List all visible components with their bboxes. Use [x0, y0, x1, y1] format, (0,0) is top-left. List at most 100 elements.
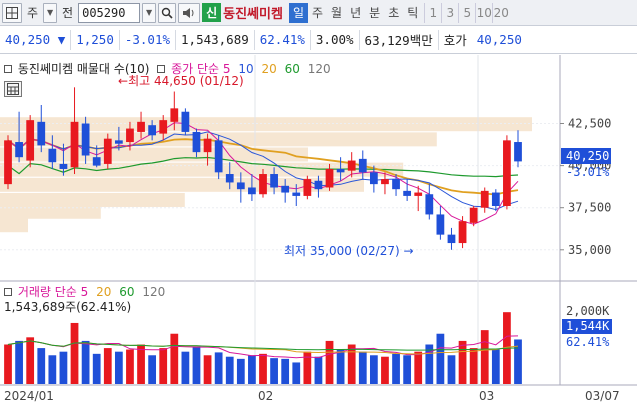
- interval-button-10[interactable]: 10: [475, 2, 492, 23]
- volume-bar: [59, 351, 68, 384]
- interval-button-1[interactable]: 1: [424, 2, 441, 23]
- ask-price: 40,250: [476, 32, 522, 47]
- candle-body: [92, 157, 101, 166]
- volume-bar: [347, 344, 356, 384]
- candle-body: [325, 168, 334, 188]
- volume-value: 1,543,689: [176, 29, 255, 50]
- right-arrow-icon: →: [400, 244, 414, 258]
- volume-bar: [381, 356, 389, 384]
- candle-body: [159, 120, 168, 134]
- change-percent: -3.01%: [120, 29, 177, 50]
- volume-bar: [15, 340, 23, 384]
- price-chart-title: 동진쎄미켐 매물대 수(10): [17, 62, 150, 76]
- grid-icon: [6, 6, 18, 19]
- volume-bar: [81, 340, 90, 384]
- volume-bar: [358, 351, 367, 384]
- legend-box-icon[interactable]: [4, 288, 12, 296]
- ma-legend-10[interactable]: 10: [238, 62, 253, 76]
- candle-body: [392, 179, 400, 190]
- interval-button-20[interactable]: 20: [492, 2, 509, 23]
- y-axis-labels: 42,50040,00037,50035,000: [560, 117, 611, 257]
- volume-bar: [469, 348, 478, 384]
- candle-body: [347, 160, 356, 171]
- vol-ma-legend-60[interactable]: 60: [119, 285, 134, 299]
- y-axis-label: 42,500: [568, 117, 611, 131]
- market-label[interactable]: 주: [24, 4, 41, 21]
- market-dropdown-button[interactable]: ▼: [43, 2, 58, 23]
- candle-body: [458, 221, 467, 244]
- volume-bar: [70, 322, 79, 384]
- layout-grid-button[interactable]: [2, 2, 22, 23]
- volume-bar: [259, 353, 267, 384]
- x-axis-labels: 2024/01 02 03 03/07: [4, 389, 620, 403]
- price-legend: 동진쎄미켐 매물대 수(10) 종가 단순 5 10 20 60 120: [4, 60, 331, 77]
- candle-body: [4, 140, 12, 185]
- period-tab-day[interactable]: 일: [288, 2, 308, 23]
- x-axis-label: 03/07: [585, 389, 620, 403]
- candle-body: [292, 192, 301, 196]
- period-tab-minute[interactable]: 분: [365, 3, 384, 23]
- ma-legend-60[interactable]: 60: [285, 62, 300, 76]
- volume-ratio-tag: 62.41%: [566, 335, 610, 349]
- turnover-ratio: 62.41%: [255, 29, 311, 50]
- candle-body: [503, 140, 511, 207]
- period-tab-month[interactable]: 월: [327, 3, 346, 23]
- chart-area[interactable]: 42,500 40,000 37,500 35,000 2024/01 02 03 03/0…: [0, 55, 637, 405]
- chart-canvas[interactable]: 42,50040,00037,50035,000 2024/01 02 03 03/0…: [0, 55, 637, 405]
- search-button[interactable]: [158, 2, 177, 23]
- volume-axis-2000k: 2,000K: [566, 304, 610, 318]
- chevron-down-icon: ▼: [46, 8, 54, 17]
- candle-body: [225, 174, 234, 183]
- speaker-icon: [183, 7, 194, 18]
- candle-body: [103, 138, 112, 164]
- current-change-tag: -3.01%: [566, 165, 610, 179]
- period-tabs: 일 주 월 년 분 초 틱: [288, 2, 422, 23]
- candle-body: [248, 187, 256, 195]
- volume-bar: [392, 353, 400, 384]
- candle-body: [126, 128, 134, 143]
- period-tab-second[interactable]: 초: [384, 3, 403, 23]
- volume-bar: [114, 351, 123, 384]
- volume-bar: [325, 340, 334, 384]
- candle-body: [15, 142, 23, 158]
- volume-bar: [159, 348, 168, 384]
- interval-buttons: 1 3 5 10 20: [424, 2, 509, 23]
- volume-value-label: 1,543,689주(62.41%): [4, 300, 132, 314]
- period-select-label[interactable]: 전: [59, 4, 76, 21]
- ma-legend-20[interactable]: 20: [262, 62, 277, 76]
- down-arrow-icon: ▼: [57, 32, 66, 47]
- volume-bar: [26, 337, 35, 384]
- candle-body: [381, 179, 389, 185]
- volume-bar: [369, 355, 378, 384]
- interval-button-3[interactable]: 3: [441, 2, 458, 23]
- vol-ma-legend-20[interactable]: 20: [96, 285, 111, 299]
- volume-bar: [137, 344, 145, 384]
- volume-bar: [181, 351, 190, 384]
- calculator-button[interactable]: [4, 81, 22, 97]
- sound-button[interactable]: [178, 2, 201, 23]
- volume-bar: [447, 355, 456, 384]
- code-dropdown-button[interactable]: ▼: [142, 2, 157, 23]
- legend-box-icon[interactable]: [4, 65, 12, 73]
- vol-ma-legend-5[interactable]: 5: [81, 285, 89, 299]
- ma-legend-5[interactable]: 5: [223, 62, 231, 76]
- vol-ma-legend-120[interactable]: 120: [142, 285, 165, 299]
- period-tab-week[interactable]: 주: [308, 3, 327, 23]
- price-change: 1,250: [71, 29, 120, 50]
- period-tab-year[interactable]: 년: [346, 3, 365, 23]
- candle-body: [436, 214, 445, 235]
- legend-box-icon[interactable]: [157, 65, 166, 73]
- interval-button-5[interactable]: 5: [458, 2, 475, 23]
- ask-label: 호가: [443, 33, 467, 48]
- volume-bar: [92, 353, 101, 384]
- volume-bar: [103, 348, 112, 384]
- stock-code-input[interactable]: 005290: [78, 2, 141, 23]
- volume-bar: [314, 356, 323, 384]
- volume-bar: [248, 355, 256, 384]
- ma-legend-120[interactable]: 120: [308, 62, 331, 76]
- candle-body: [514, 142, 522, 162]
- candle-body: [170, 108, 179, 122]
- period-tab-tick[interactable]: 틱: [403, 3, 422, 23]
- candle-body: [447, 234, 456, 244]
- volume-bar: [192, 346, 201, 384]
